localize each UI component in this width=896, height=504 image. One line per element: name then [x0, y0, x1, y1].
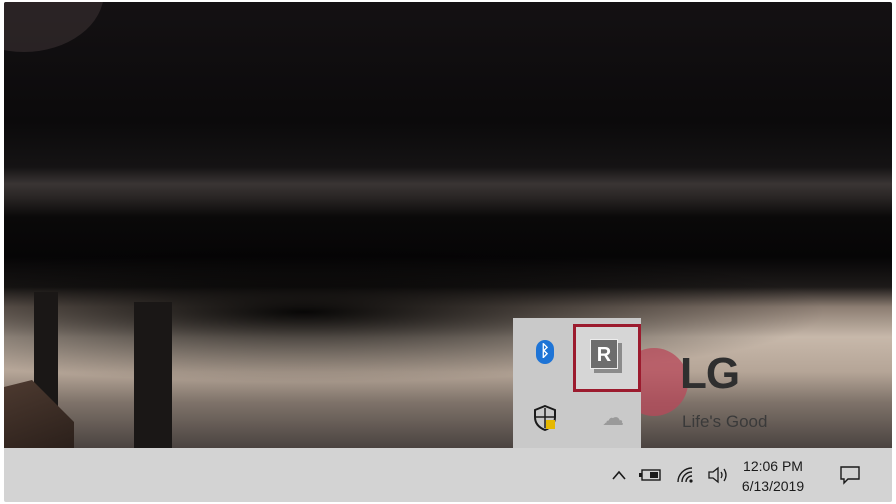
wallpaper-post	[134, 302, 172, 448]
security-shield-icon	[534, 405, 556, 431]
clock-date: 6/13/2019	[741, 478, 805, 494]
taskbar: 12:06 PM 6/13/2019	[4, 448, 892, 502]
onedrive-icon: ☁	[602, 405, 624, 430]
onedrive-tray-button[interactable]: ☁	[589, 394, 637, 442]
battery-icon	[639, 469, 661, 481]
desktop-screen: LG Life's Good ᛒ ☁ R 12:06 PM 6/13/2019	[4, 2, 892, 502]
notification-icon	[840, 466, 860, 485]
desktop-wallpaper: LG Life's Good	[4, 2, 892, 450]
battery-button[interactable]	[636, 448, 664, 502]
clock-button[interactable]: 12:06 PM 6/13/2019	[728, 456, 818, 496]
wifi-icon	[677, 467, 693, 483]
show-hidden-icons-button[interactable]	[608, 448, 630, 502]
chevron-up-icon	[612, 470, 626, 480]
bluetooth-tray-button[interactable]: ᛒ	[521, 328, 569, 376]
clock-time: 12:06 PM	[743, 458, 803, 474]
bluetooth-icon: ᛒ	[536, 340, 554, 364]
security-tray-button[interactable]	[521, 394, 569, 442]
lg-slogan: Life's Good	[682, 412, 768, 431]
reader-mode-icon: R	[590, 339, 624, 375]
reader-mode-highlight[interactable]: R	[573, 324, 641, 392]
action-center-button[interactable]	[832, 448, 868, 502]
lg-logo-text: LG	[680, 349, 740, 398]
wifi-button[interactable]	[672, 448, 700, 502]
wallpaper-rock	[4, 380, 74, 450]
volume-icon	[708, 466, 727, 484]
wallpaper-moon	[4, 2, 104, 52]
